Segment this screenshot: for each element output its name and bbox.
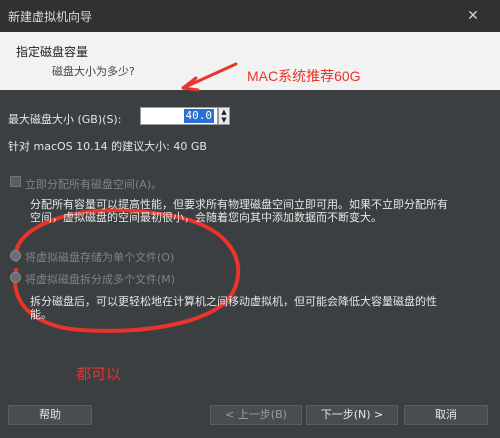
cancel-button[interactable]: 取消	[404, 405, 488, 425]
recommended-size-text: 针对 macOS 10.14 的建议大小: 40 GB	[8, 140, 207, 153]
split-description-line1: 拆分磁盘后，可以更轻松地在计算机之间移动虚拟机，但可能会降低大容量磁盘的性	[30, 295, 437, 308]
disk-size-spinner[interactable]: ▲ ▼	[218, 107, 230, 125]
page-subtitle: 磁盘大小为多少?	[52, 65, 135, 78]
disk-size-value: 40.0	[183, 109, 214, 123]
disk-size-input[interactable]: 40.0	[140, 107, 218, 125]
max-size-label: 最大磁盘大小 (GB)(S):	[8, 113, 122, 126]
split-description-line2: 能。	[30, 308, 52, 321]
annotation-recommend: MAC系统推荐60G	[247, 68, 361, 84]
next-button[interactable]: 下一步(N) >	[306, 405, 398, 425]
split-file-label[interactable]: 将虚拟磁盘拆分成多个文件(M)	[25, 271, 175, 287]
allocate-now-checkbox[interactable]	[10, 176, 21, 187]
close-icon[interactable]: ✕	[462, 6, 484, 26]
page-title: 指定磁盘容量	[16, 45, 89, 59]
back-button[interactable]: < 上一步(B)	[210, 405, 302, 425]
window-title: 新建虚拟机向导	[8, 10, 93, 24]
annotation-either: 都可以	[76, 365, 122, 383]
single-file-radio[interactable]	[10, 250, 21, 261]
spinner-down-icon[interactable]: ▼	[219, 116, 229, 124]
single-file-label[interactable]: 将虚拟磁盘存储为单个文件(O)	[25, 249, 174, 265]
allocate-now-label[interactable]: 立即分配所有磁盘空间(A)。	[25, 176, 162, 192]
title-bar: 新建虚拟机向导 ✕	[0, 0, 500, 32]
help-button[interactable]: 帮助	[8, 405, 92, 425]
split-file-radio[interactable]	[10, 272, 21, 283]
spinner-up-icon[interactable]: ▲	[219, 108, 229, 116]
allocate-description-line2: 空间，虚拟磁盘的空间最初很小，会随着您向其中添加数据而不断变大。	[30, 211, 382, 224]
